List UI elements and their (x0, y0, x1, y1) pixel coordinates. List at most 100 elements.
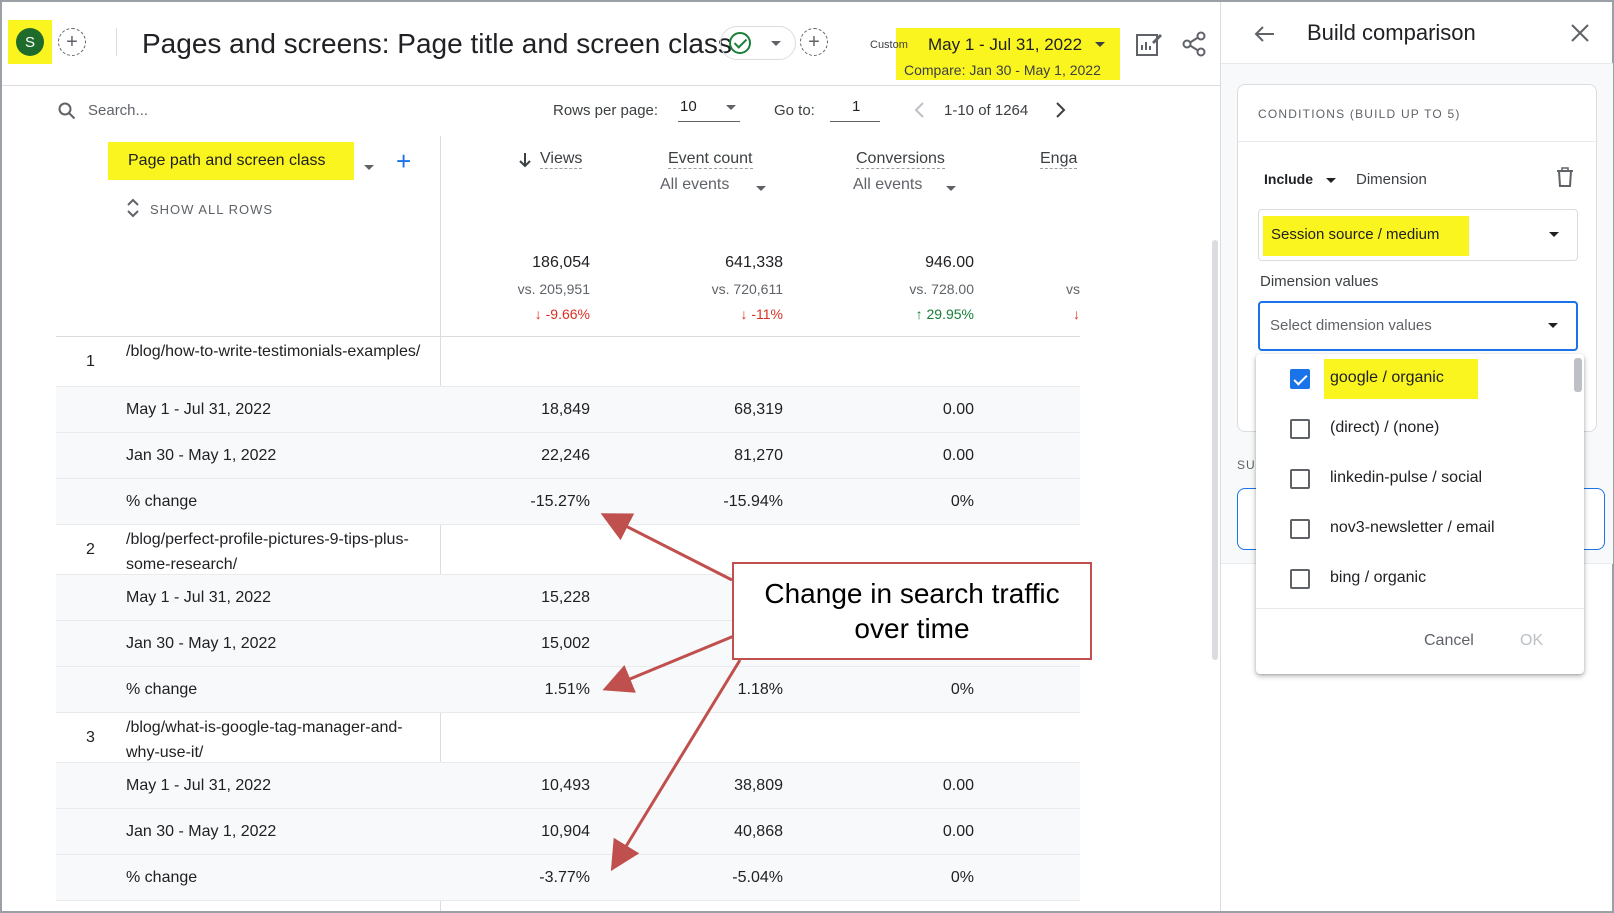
panel-title: Build comparison (1307, 20, 1476, 45)
dimension-selector[interactable]: Page path and screen class (128, 152, 325, 170)
table-row[interactable]: 3 /blog/what-is-google-tag-manager-and-w… (56, 713, 1080, 763)
table-row: Jan 30 - May 1, 2022 10,904 40,868 0.00 (56, 809, 1080, 855)
table-row[interactable]: 1 /blog/how-to-write-testimonials-exampl… (56, 337, 1080, 387)
header-divider (116, 28, 117, 56)
close-icon[interactable] (1569, 22, 1591, 44)
page-path[interactable]: /blog/how-to-write-testimonials-examples… (126, 339, 426, 364)
annotation-line-2: over time (854, 613, 970, 644)
search-input[interactable]: Search... (88, 102, 148, 119)
option-linkedin-pulse[interactable]: linkedin-pulse / social (1256, 454, 1574, 504)
option-google-organic[interactable]: google / organic (1256, 354, 1574, 404)
event-count-total: 641,338 (725, 254, 783, 271)
conversions-cell: 0% (950, 681, 974, 698)
date-range-picker[interactable]: May 1 - Jul 31, 2022 (928, 35, 1082, 55)
chevron-down-icon[interactable] (1095, 42, 1105, 47)
table-row: % change -15.27% -15.94% 0% (56, 479, 1080, 525)
table-row: Jan 30 - May 1, 2022 22,246 81,270 0.00 (56, 433, 1080, 479)
annotation-line-1: Change in search traffic (764, 578, 1060, 609)
unfold-icon (127, 198, 139, 218)
event-count-vs: vs. 720,611 (711, 281, 783, 297)
share-icon[interactable] (1180, 30, 1208, 58)
dropdown-scrollbar[interactable] (1574, 358, 1582, 392)
row-number: 2 (86, 541, 95, 558)
dimension-select[interactable]: Session source / medium (1258, 209, 1578, 261)
rows-per-page-value: 10 (680, 98, 697, 115)
chevron-down-icon[interactable] (1326, 178, 1336, 183)
customize-report-icon[interactable] (1134, 30, 1162, 58)
date-range-label: Jan 30 - May 1, 2022 (126, 823, 277, 840)
chevron-down-icon[interactable] (364, 165, 374, 170)
conversions-cell: 0.00 (942, 401, 974, 418)
column-header-conversions[interactable]: Conversions (856, 150, 945, 169)
dimension-values-select[interactable]: Select dimension values (1258, 301, 1578, 351)
cancel-button[interactable]: Cancel (1424, 632, 1474, 650)
engagement-vs: vs (1066, 281, 1080, 297)
add-filter-icon[interactable]: + (800, 28, 828, 56)
trash-icon[interactable] (1556, 167, 1574, 187)
back-arrow-icon[interactable] (1253, 22, 1277, 46)
avatar[interactable]: S (16, 28, 44, 56)
chevron-left-icon[interactable] (912, 100, 928, 120)
main-scrollbar[interactable] (1212, 240, 1218, 660)
chevron-down-icon (771, 41, 781, 46)
goto-label: Go to: (774, 102, 815, 119)
views-pct: ↓ -9.66% (534, 306, 590, 322)
date-range-label: May 1 - Jul 31, 2022 (126, 777, 271, 794)
option-nov3-newsletter[interactable]: nov3-newsletter / email (1256, 504, 1574, 554)
date-range-label: Jan 30 - May 1, 2022 (126, 635, 277, 652)
report-status-pill[interactable] (720, 26, 796, 60)
check-circle-icon (729, 32, 751, 54)
show-all-rows-button[interactable]: SHOW ALL ROWS (150, 202, 273, 217)
change-label: % change (126, 681, 198, 698)
page-path[interactable]: /blog/perfect-profile-pictures-9-tips-pl… (126, 527, 426, 577)
checkbox-checked[interactable] (1290, 369, 1310, 389)
ok-button[interactable]: OK (1520, 632, 1543, 650)
event-count-cell: 40,868 (734, 823, 783, 840)
dimension-values-label: Dimension values (1260, 273, 1379, 290)
rows-per-page-select[interactable]: 10 (678, 96, 740, 122)
column-header-engagement[interactable]: Enga (1040, 150, 1078, 169)
sort-descending-icon[interactable] (518, 152, 532, 168)
conditions-divider (1238, 141, 1598, 142)
checkbox[interactable] (1290, 469, 1310, 489)
chevron-down-icon (726, 105, 736, 110)
column-header-views[interactable]: Views (540, 150, 583, 169)
date-range-label: May 1 - Jul 31, 2022 (126, 589, 271, 606)
option-bing-organic[interactable]: bing / organic (1256, 554, 1574, 604)
report-table-area: Search... Rows per page: 10 Go to: 1 1-1… (56, 86, 1080, 911)
panel-header: Build comparison (1221, 2, 1613, 64)
views-total: 186,054 (532, 254, 590, 271)
event-count-cell: 38,809 (734, 777, 783, 794)
dimension-label: Dimension (1356, 171, 1427, 188)
page-path[interactable]: /blog/what-is-google-tag-manager-and-why… (126, 715, 426, 765)
conversions-cell: 0.00 (942, 447, 974, 464)
views-vs: vs. 205,951 (517, 281, 590, 297)
chevron-right-icon[interactable] (1052, 100, 1068, 120)
table-toolbar: Search... Rows per page: 10 Go to: 1 1-1… (56, 86, 1080, 136)
views-cell: 22,246 (541, 447, 590, 464)
event-count-filter[interactable]: All events (660, 176, 729, 194)
chevron-down-icon (1549, 232, 1559, 237)
column-header-event-count[interactable]: Event count (668, 150, 753, 169)
add-comparison-icon[interactable]: + (58, 28, 86, 56)
checkbox[interactable] (1290, 569, 1310, 589)
add-dimension-icon[interactable]: + (396, 148, 411, 174)
table-row: May 1 - Jul 31, 2022 10,493 38,809 0.00 (56, 763, 1080, 809)
summary-label: SU (1237, 458, 1256, 472)
include-selector[interactable]: Include (1264, 171, 1313, 187)
chevron-down-icon[interactable] (946, 186, 956, 191)
option-label: nov3-newsletter / email (1330, 519, 1495, 536)
option-direct-none[interactable]: (direct) / (none) (1256, 404, 1574, 454)
conversions-filter[interactable]: All events (853, 176, 922, 194)
checkbox[interactable] (1290, 519, 1310, 539)
option-label: google / organic (1330, 369, 1444, 386)
checkbox[interactable] (1290, 419, 1310, 439)
views-cell: 18,849 (541, 401, 590, 418)
views-cell: 10,904 (541, 823, 590, 840)
dimension-values-dropdown: google / organic (direct) / (none) linke… (1256, 354, 1584, 674)
conversions-total: 946.00 (925, 254, 974, 271)
report-header: S + Pages and screens: Page title and sc… (2, 2, 1220, 86)
views-cell: 10,493 (541, 777, 590, 794)
chevron-down-icon[interactable] (756, 186, 766, 191)
goto-input[interactable]: 1 (830, 96, 880, 122)
